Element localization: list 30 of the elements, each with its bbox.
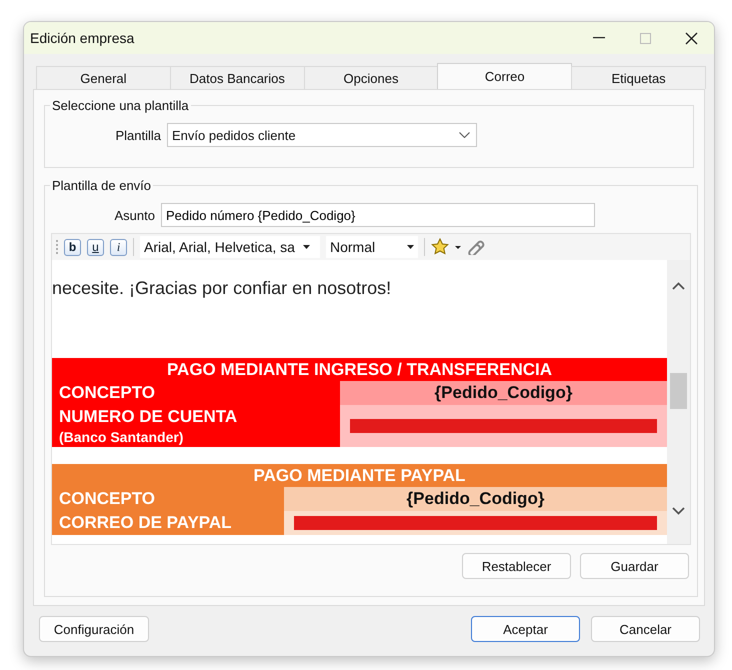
group-title: Plantilla de envío [51, 178, 152, 193]
tab[interactable]: Opciones [304, 66, 438, 89]
template-dropdown[interactable]: Envío pedidos cliente [167, 123, 477, 147]
table-label: CORREO DE PAYPAL [52, 511, 284, 535]
tab[interactable]: Etiquetas [571, 66, 706, 89]
tab[interactable]: Correo [437, 63, 572, 89]
table-cell: {Pedido_Codigo} [340, 381, 667, 405]
action-button[interactable]: Guardar [580, 553, 689, 579]
window-title: Edición empresa [30, 30, 136, 46]
field-label: Asunto [114, 208, 155, 222]
table-label: CONCEPTO [52, 487, 284, 511]
format-button[interactable]: u [87, 238, 104, 256]
table-label: CONCEPTO [52, 381, 340, 405]
dialog-button[interactable]: Cancelar [591, 616, 700, 642]
table-label: NUMERO DE CUENTA (Banco Santander) [52, 405, 340, 447]
format-button[interactable]: b [64, 238, 81, 256]
table-title: PAGO MEDIANTE INGRESO / TRANSFERENCIA [52, 358, 667, 381]
subject-field[interactable]: Pedido número {Pedido_Codigo} [161, 203, 595, 227]
action-button[interactable]: Restablecer [462, 553, 571, 579]
group-title: Seleccione una plantilla [51, 98, 190, 113]
settings-button[interactable]: Configuración [39, 616, 149, 642]
dialog-button[interactable]: Aceptar [471, 616, 580, 642]
format-button[interactable]: i [110, 238, 127, 256]
tab[interactable]: General [36, 66, 171, 89]
table-title: PAGO MEDIANTE PAYPAL [52, 464, 667, 487]
size-dropdown[interactable]: Normal [326, 236, 418, 258]
table-cell: {Pedido_Codigo} [284, 487, 667, 511]
font-dropdown[interactable]: Arial, Arial, Helvetica, sa [140, 236, 320, 258]
field-label: Plantilla [114, 128, 161, 142]
email-body-text: necesite. ¡Gracias por confiar en nosotros! [52, 277, 392, 300]
